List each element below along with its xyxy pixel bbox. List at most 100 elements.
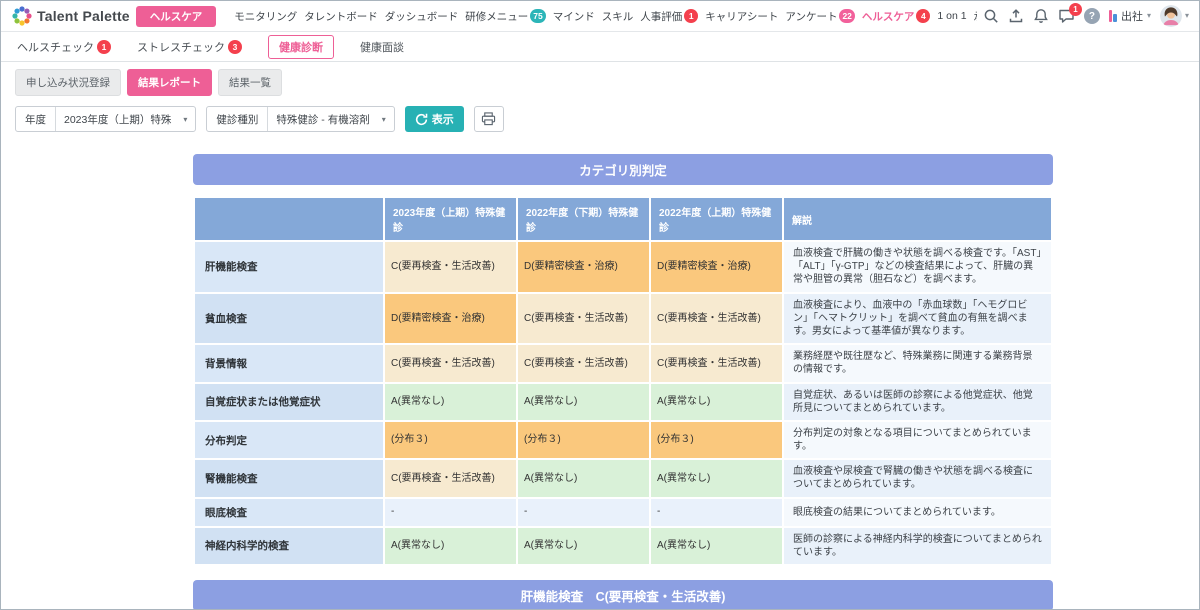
liver-section-title: 肝機能検査 C(要再検査・生活改善) [193,580,1053,609]
tab-label: ヘルスチェック [17,41,94,54]
topnav-item-badge: 22 [839,9,855,23]
attendance-status-button[interactable]: 出社 ▾ [1108,8,1151,24]
result-cell: (分布３) [649,419,784,461]
topnav-item-label: ダッシュボード [384,10,459,23]
result-cell: A(異常なし) [516,525,651,567]
tab-label: 健康診断 [279,41,323,54]
subtab-button[interactable]: 結果一覧 [218,69,282,96]
result-cell: A(異常なし) [649,381,784,422]
table-row: 背景情報 C(要再検査・生活改善) C(要再検査・生活改善) C(要再検査・生活改善)… [193,343,1053,384]
talent-palette-logo-icon [11,5,33,27]
result-cell: C(要再検査・生活改善) [383,240,518,294]
row-label: 背景情報 [193,343,385,384]
topnav-item[interactable]: ダッシュボード [385,9,459,24]
topnav-item[interactable]: スキル [602,9,634,24]
topnav-item[interactable]: マインド [553,9,595,24]
user-menu[interactable]: ▾ [1159,5,1189,27]
topnav-item-label: モニタリング [234,10,298,23]
tab-label: ストレスチェック [137,41,225,54]
topnav-item-badge: 1 [684,9,699,23]
row-label-inner: 分布判定 [205,433,373,448]
health-module-tabs: ヘルスチェック 1 ストレスチェック 3 健康診断 健康面談 [1,32,1199,62]
result-cell: A(異常なし) [383,525,518,567]
year-select-value: 2023年度（上期）特殊 [64,113,172,126]
help-icon[interactable]: ? [1083,8,1100,24]
exam-type-filter-label: 健診種別 [207,107,269,131]
chevron-down-icon: ▾ [183,114,188,124]
topnav-item[interactable]: モニタリング [234,9,297,24]
attendance-label: 出社 [1120,11,1143,23]
table-row: 眼底検査 - - - 眼底検査の結果についてまとめられています。 [193,496,1053,528]
topnav-item[interactable]: ヘルスケア 4 [862,9,931,24]
topnav-item-label: キャリアシート [705,10,779,23]
description-cell: 眼底検査の結果についてまとめられています。 [782,496,1053,528]
topnav-item-label: アンケート [785,10,838,23]
tab-item[interactable]: ヘルスチェック 1 [17,39,111,55]
row-label-inner: 神経内科学的検査 [205,538,373,553]
table-row: 貧血検査 D(要精密検査・治療) C(要再検査・生活改善) C(要再検査・生活改善) 血… [193,291,1053,346]
column-header: 2022年度（下期）特殊健診 [516,196,651,242]
row-label-text: 眼底検査 [205,506,247,519]
filter-bar: 年度 2023年度（上期）特殊 ▾ 健診種別 特殊健診 - 有機溶剤 ▾ 表示 [1,101,1199,142]
result-cell: D(要精密検査・治療) [383,291,518,346]
result-cell: - [516,496,651,528]
subtab-button[interactable]: 申し込み状況登録 [15,69,121,96]
result-cell: A(異常なし) [516,381,651,422]
exam-type-select-value: 特殊健診 - 有機溶剤 [276,113,370,126]
row-label-inner: 腎機能検査 [205,471,373,486]
app-logo-text: Talent Palette [37,8,130,24]
tab-item[interactable]: 健康面談 [360,39,404,55]
result-cell: (分布３) [383,419,518,461]
search-icon[interactable] [983,8,999,24]
row-label-text: 肝機能検査 [205,261,258,274]
topnav-item[interactable]: 承認フロー13 [974,9,977,24]
topnav-item[interactable]: アンケート 22 [785,9,855,24]
subtab-button[interactable]: 結果レポート [127,69,212,96]
chat-icon[interactable]: 1 [1058,3,1082,24]
year-select[interactable]: 2023年度（上期）特殊 ▾ [56,107,195,131]
topnav-item[interactable]: 人事評価 1 [640,9,699,24]
topnav-item[interactable]: キャリアシート [705,9,778,24]
row-label-inner: 眼底検査 [205,505,373,520]
exam-type-select[interactable]: 特殊健診 - 有機溶剤 ▾ [268,107,393,131]
topnav-item-label: マインド [552,10,595,23]
chevron-down-icon: ▾ [1184,11,1189,20]
module-badge: ヘルスケア [135,5,217,27]
tab-item[interactable]: ストレスチェック 3 [137,39,242,55]
topnav-item[interactable]: 1 on 1 [937,10,966,22]
exam-type-filter-group: 健診種別 特殊健診 - 有機溶剤 ▾ [206,106,395,132]
row-label-text: 分布判定 [205,434,247,447]
top-navigation-bar: Talent Palette ヘルスケア モニタリング タレントボード ダッシュボー… [1,1,1199,32]
topnav-item-label: スキル [601,10,634,23]
result-cell: A(異常なし) [516,458,651,499]
help-glyph: ? [1088,10,1096,22]
row-label: 腎機能検査 [193,458,385,499]
print-button[interactable] [473,106,504,132]
result-cell: C(要再検査・生活改善) [516,291,651,346]
notification-bell-icon[interactable] [1033,8,1049,24]
row-label-text: 貧血検査 [205,312,247,325]
upload-icon[interactable] [1008,8,1024,24]
description-cell: 血液検査や尿検査で腎臓の働きや状態を調べる検査についてまとめられています。 [782,458,1053,499]
topnav-item[interactable]: 研修メニュー 75 [465,9,546,24]
row-label-inner: 肝機能検査 [205,259,373,274]
column-header: 2023年度（上期）特殊健診 [383,196,518,242]
chevron-down-icon: ▾ [381,114,386,124]
avatar [1159,5,1182,27]
topnav-item-label: 人事評価 [640,10,683,23]
result-cell: C(要再検査・生活改善) [649,291,784,346]
topnav-item[interactable]: タレントボード [304,9,378,24]
chat-badge: 1 [1068,3,1082,16]
category-judgment-table: 2023年度（上期）特殊健診 2022年度（下期）特殊健診 2022年度（上期）特殊… [193,196,1053,567]
row-label-text: 腎機能検査 [205,472,258,485]
printer-icon [481,112,496,126]
app-logo[interactable]: Talent Palette [11,5,130,27]
refresh-display-button[interactable]: 表示 [404,106,464,132]
result-cell: C(要再検査・生活改善) [383,343,518,384]
refresh-icon [415,113,428,126]
tab-item[interactable]: 健康診断 [268,34,334,59]
result-cell: C(要再検査・生活改善) [649,343,784,384]
row-label: 自覚症状または他覚症状 [193,381,385,422]
topnav-item-label: 承認フロー [974,9,977,24]
row-label: 神経内科学的検査 [193,525,385,567]
